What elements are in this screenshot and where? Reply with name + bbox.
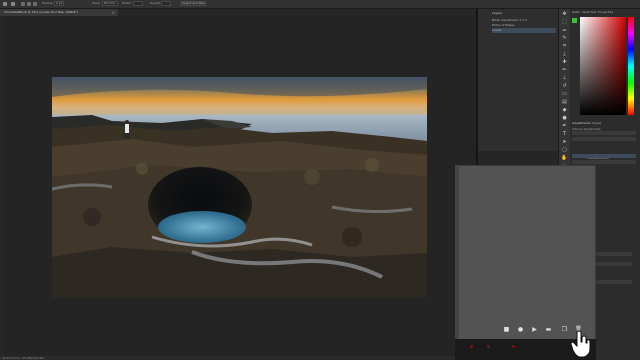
record-icon[interactable]: ●	[517, 326, 524, 333]
width-label: Width:	[122, 1, 132, 5]
marquee-tool-preset-icon[interactable]	[11, 2, 15, 6]
photoshop-home-icon[interactable]	[3, 2, 7, 6]
options-bar: Feather: 0 px Style: Normal Width: Heigh…	[0, 0, 640, 9]
close-icon[interactable]: ×	[112, 9, 115, 16]
status-bar: 16.67% Doc: 55.6M/120.4M	[0, 356, 476, 360]
height-field[interactable]	[161, 1, 171, 6]
tools-panel: ✥ ⬚ ⌓ ✎ ⌗ ⤓ ✚ ✏ ⊥ ↺ ▭ ▤ ◆ ● ✒ T ➤ ▢ ✋ ⌕	[558, 9, 570, 179]
eraser-tool-icon[interactable]: ▭	[561, 91, 568, 98]
foreground-swatch[interactable]	[572, 18, 577, 23]
folder-icon[interactable]: ▬	[545, 326, 552, 333]
type-tool-icon[interactable]: T	[561, 131, 568, 138]
lasso-tool-icon[interactable]: ⌓	[561, 27, 568, 34]
record-indicator-icon	[487, 345, 490, 348]
new-selection-icon[interactable]	[21, 2, 25, 6]
tab-styles[interactable]: Styles	[592, 121, 601, 126]
subtract-selection-icon[interactable]	[33, 2, 37, 6]
new-action-icon[interactable]: ❐	[561, 326, 568, 333]
document-image[interactable]	[52, 77, 427, 298]
play-icon[interactable]: ▶	[531, 326, 538, 333]
height-label: Height:	[150, 1, 161, 5]
properties-row[interactable]	[572, 160, 636, 164]
select-and-mask-button[interactable]: Select and Mask...	[180, 1, 206, 6]
crop-tool-icon[interactable]: ⌗	[561, 43, 568, 50]
width-field[interactable]	[133, 1, 143, 6]
layers-panel: Layers Black Adjustment 1 2 3 Photo of E…	[478, 9, 558, 151]
layer-row-selected[interactable]: Levels	[492, 28, 556, 33]
color-picker-field[interactable]	[580, 17, 626, 115]
quick-select-tool-icon[interactable]: ✎	[561, 35, 568, 42]
stop-icon[interactable]: ■	[503, 326, 510, 333]
adjustment-icons-row[interactable]	[572, 131, 636, 135]
hue-slider[interactable]	[628, 17, 634, 115]
tab-adjustments[interactable]: Adjustments	[572, 121, 591, 126]
marquee-tool-icon[interactable]: ⬚	[561, 19, 568, 26]
dodge-tool-icon[interactable]: ●	[561, 115, 568, 122]
feather-label: Feather:	[42, 1, 55, 5]
healing-tool-icon[interactable]: ✚	[561, 59, 568, 66]
layer-name: Black Adjustment 1 2 3	[492, 18, 527, 22]
tab-layers[interactable]: Layers	[492, 11, 502, 16]
move-tool-icon[interactable]: ✥	[561, 11, 568, 18]
seascape-photo	[52, 77, 427, 298]
layer-name: Levels	[492, 28, 502, 32]
actions-panel	[455, 165, 596, 340]
add-selection-icon[interactable]	[27, 2, 31, 6]
style-select[interactable]: Normal	[102, 1, 118, 6]
blur-tool-icon[interactable]: ◆	[561, 107, 568, 114]
record-indicator-icon	[470, 345, 473, 348]
actions-panel-edge	[455, 165, 459, 340]
document-tab[interactable]: ThorsWellPlus5 @ 16% (Levels Tool Map, R…	[0, 9, 118, 16]
document-tab-title: ThorsWellPlus5 @ 16% (Levels Tool Map, R…	[4, 10, 78, 14]
properties-row[interactable]	[572, 154, 636, 158]
adjustment-icons-row[interactable]	[572, 137, 636, 141]
pen-tool-icon[interactable]: ✒	[561, 123, 568, 130]
status-text: 16.67% Doc: 55.6M/120.4M	[2, 356, 44, 360]
shape-tool-icon[interactable]: ▢	[561, 147, 568, 154]
hand-cursor-icon	[570, 330, 591, 358]
record-indicator-icon	[512, 345, 515, 348]
tab-color[interactable]: Color	[572, 10, 580, 15]
tab-swatches[interactable]: Swatches	[582, 10, 596, 15]
tab-properties[interactable]: Properties	[598, 10, 613, 15]
layer-name: Photo of Edges	[492, 23, 515, 27]
hand-tool-icon[interactable]: ✋	[561, 155, 568, 162]
history-brush-tool-icon[interactable]: ↺	[561, 83, 568, 90]
brush-tool-icon[interactable]: ✏	[561, 67, 568, 74]
feather-field[interactable]: 0 px	[54, 1, 64, 6]
stamp-tool-icon[interactable]: ⊥	[561, 75, 568, 82]
style-label: Style:	[92, 1, 101, 5]
eyedropper-tool-icon[interactable]: ⤓	[561, 51, 568, 58]
gradient-tool-icon[interactable]: ▤	[561, 99, 568, 106]
path-select-tool-icon[interactable]: ➤	[561, 139, 568, 146]
